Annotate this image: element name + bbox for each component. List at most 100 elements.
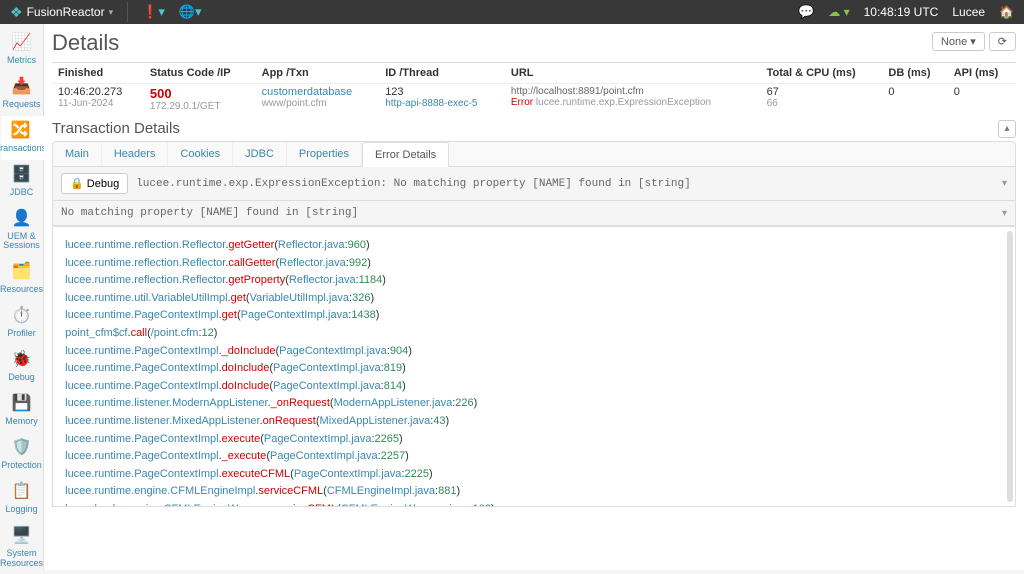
sidebar-label: Requests [2,100,40,110]
brand[interactable]: ❖ FusionReactor ▾ [10,4,113,21]
scrollbar[interactable] [1007,231,1013,502]
clock-time: 10:48:19 UTC [864,5,939,19]
debug-button[interactable]: 🔒 Debug [61,173,128,194]
sidebar-item-system-resources[interactable]: 🖥️System Resources [0,521,43,574]
sidebar-label: Resources [0,285,43,295]
sidebar-item-logging[interactable]: 📋 Logging [0,477,43,521]
tab-jdbc[interactable]: JDBC [233,142,287,166]
col-app: App /Txn [256,63,380,84]
tab-properties[interactable]: Properties [287,142,362,166]
sidebar-item-jdbc[interactable]: 🗄️ JDBC [0,160,43,204]
globe-icon[interactable]: 🌐▾ [179,4,202,20]
sidebar-label: Logging [5,505,37,515]
none-dropdown[interactable]: None ▾ [932,32,985,51]
db-ms: 0 [882,84,947,115]
col-finished: Finished [52,63,144,84]
tab-main[interactable]: Main [53,142,102,166]
stack-frame: lucee.runtime.reflection.Reflector.getGe… [59,237,1009,255]
exception-message: No matching property [NAME] found in [st… [61,207,358,219]
exception-summary: lucee.runtime.exp.ExpressionException: N… [136,178,691,190]
details-summary-table: Finished Status Code /IP App /Txn ID /Th… [52,62,1016,114]
error-panel: 🔒 Debug lucee.runtime.exp.ExpressionExce… [52,167,1016,227]
stack-frame: lucee.runtime.reflection.Reflector.getPr… [59,272,1009,290]
collapse-toggle[interactable]: ▴ [998,120,1016,138]
stack-frame: lucee.runtime.PageContextImpl.execute(Pa… [59,431,1009,449]
cloud-icon[interactable]: ☁ ▾ [828,5,849,19]
stack-frame: lucee.runtime.util.VariableUtilImpl.get(… [59,290,1009,308]
sidebar-item-requests[interactable]: 📥 Requests [0,72,43,116]
col-status: Status Code /IP [144,63,256,84]
stack-frame: lucee.runtime.engine.CFMLEngineImpl.serv… [59,483,1009,501]
alert-icon[interactable]: ❗▾ [142,4,165,20]
sidebar-icon: 📈 [11,32,33,54]
sidebar-label: UEM & Sessions [0,232,43,252]
sidebar-item-memory[interactable]: 💾 Memory [0,389,43,433]
main-content: None ▾ ⟳ Details Finished Status Code /I… [44,24,1024,570]
top-navbar: ❖ FusionReactor ▾ ❗▾ 🌐▾ 💬 ☁ ▾ 10:48:19 U… [0,0,1024,24]
sidebar-icon: 🐞 [11,349,33,371]
chat-icon[interactable]: 💬 [798,4,814,20]
sidebar-label: Transactions [0,144,46,154]
stack-frame: lucee.runtime.listener.MixedAppListener.… [59,413,1009,431]
txn-path: www/point.cfm [262,98,374,109]
stacktrace[interactable]: lucee.runtime.reflection.Reflector.getGe… [52,227,1016,507]
finished-date: 11-Jun-2024 [58,98,138,109]
stack-frame: lucee.runtime.PageContextImpl._doInclude… [59,343,1009,361]
sidebar-item-uem-sessions[interactable]: 👤UEM & Sessions [0,204,43,258]
stack-frame: lucee.loader.engine.CFMLEngineWrapper.se… [59,501,1009,507]
transaction-details-title: Transaction Details [52,120,1016,137]
col-db: DB (ms) [882,63,947,84]
sidebar-item-metrics[interactable]: 📈 Metrics [0,28,43,72]
status-code: 500 [150,86,250,101]
sidebar-icon: 📥 [11,76,33,98]
stack-frame: lucee.runtime.PageContextImpl.get(PageCo… [59,307,1009,325]
sidebar-icon: 🗄️ [11,164,33,186]
sidebar-label: Memory [5,417,38,427]
sidebar-icon: 💾 [11,393,33,415]
tab-headers[interactable]: Headers [102,142,169,166]
page-title: Details [52,30,1016,56]
stack-frame: lucee.runtime.reflection.Reflector.callG… [59,255,1009,273]
sidebar-item-transactions[interactable]: 🔀 Transactions [1,116,44,160]
sidebar-label: Profiler [7,329,36,339]
refresh-button[interactable]: ⟳ [989,32,1016,51]
stack-frame: lucee.runtime.listener.ModernAppListener… [59,395,1009,413]
expand-icon-2[interactable]: ▾ [1002,208,1007,219]
sidebar-item-resources[interactable]: 🗂️Resources [0,257,43,301]
col-total: Total & CPU (ms) [761,63,883,84]
thread-name[interactable]: http-api-8888-exec-5 [385,98,499,109]
sidebar-label: Protection [1,461,42,471]
tab-error-details[interactable]: Error Details [362,142,449,167]
sidebar-icon: 📋 [11,481,33,503]
stack-frame: lucee.runtime.PageContextImpl.executeCFM… [59,466,1009,484]
error-label: Error [511,97,533,108]
status-ip: 172.29.0.1/GET [150,101,250,112]
tab-cookies[interactable]: Cookies [168,142,233,166]
tabs: MainHeadersCookiesJDBCPropertiesError De… [52,141,1016,167]
home-icon[interactable]: 🏠 [999,5,1014,19]
sidebar-item-profiler[interactable]: ⏱️ Profiler [0,301,43,345]
finished-time: 10:46:20.273 [58,86,138,98]
brand-icon: ❖ [10,4,23,21]
sidebar-label: System Resources [0,549,43,569]
col-id: ID /Thread [379,63,505,84]
sidebar-icon: 🔀 [10,120,32,142]
expand-icon-1[interactable]: ▾ [1002,178,1007,189]
request-url: http://localhost:8891/point.cfm [511,86,755,97]
sidebar-label: Metrics [7,56,36,66]
sidebar-item-debug[interactable]: 🐞 Debug [0,345,43,389]
sidebar-icon: ⏱️ [11,305,33,327]
chevron-down-icon: ▾ [109,7,114,18]
divider [127,2,128,22]
request-id: 123 [385,86,499,98]
sidebar-label: JDBC [10,188,34,198]
sidebar-label: Debug [8,373,35,383]
sidebar-icon: 🛡️ [11,437,33,459]
sidebar-item-protection[interactable]: 🛡️ Protection [0,433,43,477]
col-url: URL [505,63,761,84]
brand-text: FusionReactor [27,5,105,19]
error-class: lucee.runtime.exp.ExpressionException [536,97,711,108]
user-label[interactable]: Lucee [952,5,985,19]
app-name[interactable]: customerdatabase [262,86,374,98]
api-ms: 0 [948,84,1016,115]
